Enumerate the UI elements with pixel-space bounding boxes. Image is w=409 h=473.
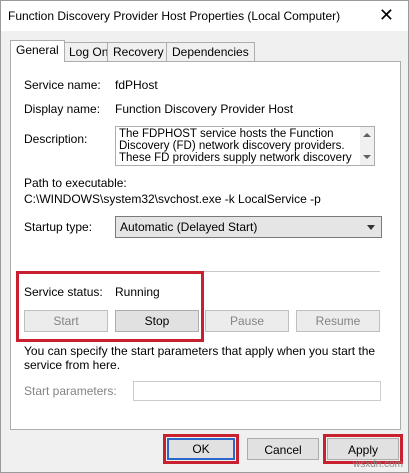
path-value: C:\WINDOWS\system32\svchost.exe -k Local… bbox=[24, 192, 321, 206]
close-icon[interactable]: ✕ bbox=[379, 6, 394, 24]
scroll-down-icon[interactable] bbox=[363, 155, 371, 159]
general-panel: Service name: fdPHost Display name: Func… bbox=[10, 61, 401, 430]
service-name-value: fdPHost bbox=[115, 78, 158, 92]
tab-recovery[interactable]: Recovery bbox=[107, 42, 170, 61]
cancel-button[interactable]: Cancel bbox=[247, 438, 319, 460]
start-params-info: You can specify the start parameters tha… bbox=[24, 344, 376, 372]
startup-type-select[interactable]: Automatic (Delayed Start) bbox=[115, 216, 382, 238]
description-scrollbar[interactable] bbox=[360, 126, 375, 166]
status-highlight-box bbox=[16, 271, 204, 342]
service-properties-dialog: Function Discovery Provider Host Propert… bbox=[0, 0, 409, 473]
startup-type-label: Startup type: bbox=[24, 220, 93, 234]
tab-general[interactable]: General bbox=[10, 40, 65, 62]
chevron-down-icon[interactable] bbox=[367, 225, 375, 230]
start-params-label: Start parameters: bbox=[24, 384, 117, 398]
display-name-label: Display name: bbox=[24, 102, 101, 116]
apply-button[interactable]: Apply bbox=[327, 438, 399, 460]
tab-dependencies[interactable]: Dependencies bbox=[166, 42, 255, 61]
window-title: Function Discovery Provider Host Propert… bbox=[8, 9, 341, 23]
description-textbox[interactable]: The FDPHOST service hosts the Function D… bbox=[115, 126, 367, 166]
service-name-label: Service name: bbox=[24, 78, 101, 92]
startup-type-value: Automatic (Delayed Start) bbox=[120, 220, 258, 234]
title-bar: Function Discovery Provider Host Propert… bbox=[1, 1, 408, 31]
resume-button[interactable]: Resume bbox=[296, 310, 380, 332]
scroll-up-icon[interactable] bbox=[363, 133, 371, 137]
path-label: Path to executable: bbox=[24, 176, 127, 190]
start-params-input[interactable] bbox=[133, 381, 381, 401]
watermark-text: wsxdn.com bbox=[352, 459, 403, 470]
description-label: Description: bbox=[24, 132, 88, 146]
display-name-value: Function Discovery Provider Host bbox=[115, 102, 294, 116]
pause-button[interactable]: Pause bbox=[205, 310, 289, 332]
ok-button[interactable]: OK bbox=[167, 438, 235, 460]
